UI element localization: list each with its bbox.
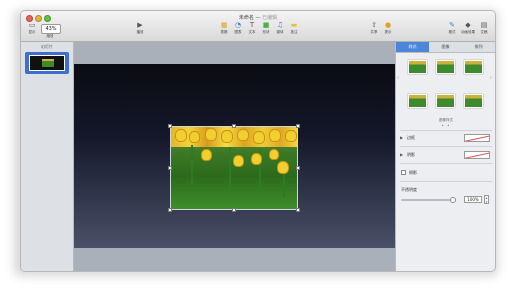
play-icon: ▶ — [137, 21, 143, 29]
text-icon: T — [249, 21, 255, 29]
resize-handle[interactable] — [296, 208, 300, 212]
divider — [400, 130, 492, 131]
slide[interactable] — [74, 64, 395, 248]
divider — [400, 146, 492, 147]
chevron-right-icon[interactable]: › — [490, 75, 492, 81]
image-style-2[interactable] — [436, 60, 455, 74]
resize-handle[interactable] — [296, 166, 300, 170]
resize-handle[interactable] — [168, 166, 172, 170]
resize-handle[interactable] — [168, 208, 172, 212]
stem — [191, 145, 193, 185]
window-title: 未命名 — 已编辑 — [238, 15, 278, 21]
disclosure-triangle-icon[interactable]: ▶ — [400, 152, 403, 157]
thumbnail-image — [42, 59, 54, 67]
tulip — [175, 129, 187, 142]
stem — [229, 147, 231, 192]
media-icon: ♫ — [276, 21, 284, 29]
opacity-field[interactable]: 100% — [464, 196, 482, 203]
border-style-select[interactable] — [464, 134, 490, 142]
page-dots[interactable]: • • — [396, 123, 495, 128]
view-icon: ▭ — [28, 21, 36, 29]
tab-arrange[interactable]: 排列 — [462, 42, 495, 52]
document-button[interactable]: ▤ 文稿 — [477, 22, 491, 36]
divider — [400, 181, 492, 182]
tulip — [269, 129, 281, 142]
format-icon: ✎ — [449, 21, 455, 29]
document-icon: ▤ — [480, 21, 488, 29]
play-button[interactable]: ▶ 播放 — [133, 22, 147, 36]
navigator-title: 幻灯片 — [41, 44, 53, 49]
tulip — [233, 155, 244, 167]
tulip — [237, 129, 249, 141]
reflection-label: 倒影 — [409, 170, 417, 175]
tulip — [285, 130, 297, 142]
opacity-label: 不透明度 — [401, 187, 417, 192]
resize-handle[interactable] — [232, 208, 236, 212]
inspector-tabs: 样式 图像 排列 — [396, 42, 495, 53]
format-inspector: 样式 图像 排列 ‹ › 图像样式 • • ▶ 边框 ▶ 阴影 倒影 不透明度 … — [395, 42, 495, 271]
opacity-slider[interactable] — [401, 197, 456, 203]
opacity-slider-knob[interactable] — [450, 197, 456, 203]
shadow-style-select[interactable] — [464, 151, 490, 159]
image-style-3[interactable] — [464, 60, 483, 74]
resize-handle[interactable] — [232, 124, 236, 128]
image-style-4[interactable] — [408, 94, 427, 108]
tulip — [251, 153, 262, 165]
tulip — [269, 149, 279, 160]
disclosure-triangle-icon[interactable]: ▶ — [400, 135, 403, 140]
tab-image[interactable]: 图像 — [429, 42, 462, 52]
zoom-caption: 缩放 — [43, 22, 57, 38]
play-label: 播放 — [136, 30, 144, 34]
zoom-label: 缩放 — [46, 34, 54, 38]
view-button[interactable]: ▭ 显示 — [25, 22, 39, 36]
tulip — [221, 130, 233, 143]
opacity-stepper[interactable]: ▴ ▾ — [484, 195, 489, 204]
slide-canvas[interactable] — [74, 42, 395, 271]
tulip — [201, 149, 212, 161]
comment-button[interactable]: ▬ 批注 — [287, 22, 301, 36]
shadow-label: 阴影 — [407, 152, 415, 157]
chart-icon: ◔ — [234, 21, 242, 29]
tips-label: 提示 — [384, 30, 392, 34]
share-icon: ⇧ — [371, 21, 377, 29]
tips-icon: ● — [384, 21, 392, 29]
tab-style[interactable]: 样式 — [396, 42, 429, 52]
slide-thumbnail[interactable] — [29, 55, 65, 71]
document-label: 文稿 — [480, 30, 488, 34]
tulip-photo[interactable] — [170, 126, 298, 210]
border-label: 边框 — [407, 135, 415, 140]
divider — [400, 163, 492, 164]
tulip — [205, 128, 217, 141]
image-style-1[interactable] — [408, 60, 427, 74]
resize-handle[interactable] — [168, 124, 172, 128]
comment-icon: ▬ — [290, 21, 298, 29]
toolbar: 未命名 — 已编辑 ▭ 显示 43% 缩放 ▶ 播放 ▦ 表格 ◔ 图表 T 文… — [21, 11, 495, 42]
chevron-left-icon[interactable]: ‹ — [397, 75, 399, 81]
animate-icon: ◆ — [465, 21, 471, 29]
tulip — [253, 131, 265, 144]
image-style-5[interactable] — [436, 94, 455, 108]
tulip — [277, 161, 289, 174]
reflection-checkbox[interactable] — [401, 170, 406, 175]
comment-label: 批注 — [290, 30, 298, 34]
tulip — [189, 131, 200, 143]
shape-icon: ■ — [262, 21, 270, 29]
resize-handle[interactable] — [296, 124, 300, 128]
image-style-6[interactable] — [464, 94, 483, 108]
keynote-window: 未命名 — 已编辑 ▭ 显示 43% 缩放 ▶ 播放 ▦ 表格 ◔ 图表 T 文… — [20, 10, 496, 272]
tips-button[interactable]: ● 提示 — [381, 22, 395, 36]
table-icon: ▦ — [220, 21, 228, 29]
slide-navigator: 幻灯片 — [21, 42, 74, 271]
